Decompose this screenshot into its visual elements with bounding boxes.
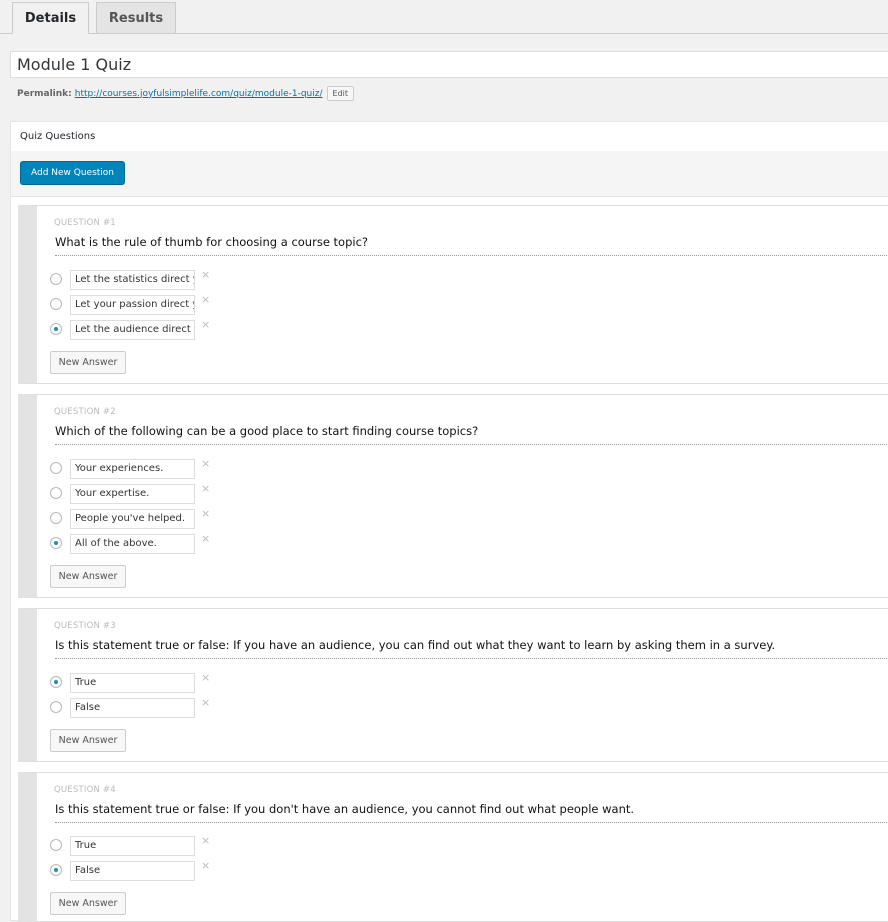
delete-answer-icon[interactable]: × [201,482,210,495]
question-card: QUESTION #4 Is this statement true or fa… [18,772,888,922]
answer-input[interactable]: Your expertise. [70,484,195,504]
answer-radio[interactable] [50,298,62,310]
answer-radio[interactable] [50,537,62,549]
delete-answer-icon[interactable]: × [201,532,210,545]
question-number: QUESTION #3 [54,621,116,631]
answer-input[interactable]: Let the statistics direct y [70,270,195,290]
answer-input[interactable]: True [70,836,195,856]
question-card: QUESTION #3 Is this statement true or fa… [18,608,888,762]
answer-radio[interactable] [50,323,62,335]
question-text[interactable]: Is this statement true or false: If you … [55,802,888,823]
answer-input[interactable]: Let your passion direct y [70,295,195,315]
quiz-questions-heading: Quiz Questions [11,122,888,152]
permalink-edit-button[interactable]: Edit [326,86,355,101]
question-number: QUESTION #2 [54,407,116,417]
answer-input[interactable]: Your experiences. [70,459,195,479]
new-answer-button[interactable]: New Answer [50,565,126,588]
question-number: QUESTION #4 [54,785,116,795]
answer-radio[interactable] [50,512,62,524]
answer-input[interactable]: People you've helped. [70,509,195,529]
delete-answer-icon[interactable]: × [201,671,210,684]
new-answer-button[interactable]: New Answer [50,729,126,752]
answer-radio[interactable] [50,676,62,688]
add-new-question-button[interactable]: Add New Question [20,161,125,185]
tab-results[interactable]: Results [96,2,176,33]
question-text[interactable]: Which of the following can be a good pla… [55,424,888,445]
answer-input[interactable]: All of the above. [70,534,195,554]
delete-answer-icon[interactable]: × [201,457,210,470]
tab-bar: Details Results [0,0,888,34]
answer-input[interactable]: False [70,698,195,718]
new-answer-button[interactable]: New Answer [50,351,126,374]
answer-radio[interactable] [50,701,62,713]
delete-answer-icon[interactable]: × [201,318,210,331]
delete-answer-icon[interactable]: × [201,859,210,872]
answer-input[interactable]: False [70,861,195,881]
answer-radio[interactable] [50,864,62,876]
quiz-title-input[interactable]: Module 1 Quiz [10,51,888,78]
delete-answer-icon[interactable]: × [201,268,210,281]
delete-answer-icon[interactable]: × [201,696,210,709]
permalink-label: Permalink: [17,88,72,99]
answer-radio[interactable] [50,462,62,474]
permalink-link[interactable]: http://courses.joyfulsimplelife.com/quiz… [75,89,323,99]
question-card: QUESTION #1 What is the rule of thumb fo… [18,205,888,384]
question-number: QUESTION #1 [54,218,116,228]
answer-radio[interactable] [50,839,62,851]
delete-answer-icon[interactable]: × [201,293,210,306]
permalink-row: Permalink: http://courses.joyfulsimpleli… [17,86,355,101]
answer-radio[interactable] [50,273,62,285]
question-text[interactable]: Is this statement true or false: If you … [55,638,888,659]
question-card: QUESTION #2 Which of the following can b… [18,394,888,598]
tab-details[interactable]: Details [12,2,89,34]
answer-input[interactable]: Let the audience direct [70,320,195,340]
answer-input[interactable]: True [70,673,195,693]
panel-toolbar: Add New Question [11,151,888,197]
delete-answer-icon[interactable]: × [201,507,210,520]
question-text[interactable]: What is the rule of thumb for choosing a… [55,235,888,256]
answer-radio[interactable] [50,487,62,499]
delete-answer-icon[interactable]: × [201,834,210,847]
